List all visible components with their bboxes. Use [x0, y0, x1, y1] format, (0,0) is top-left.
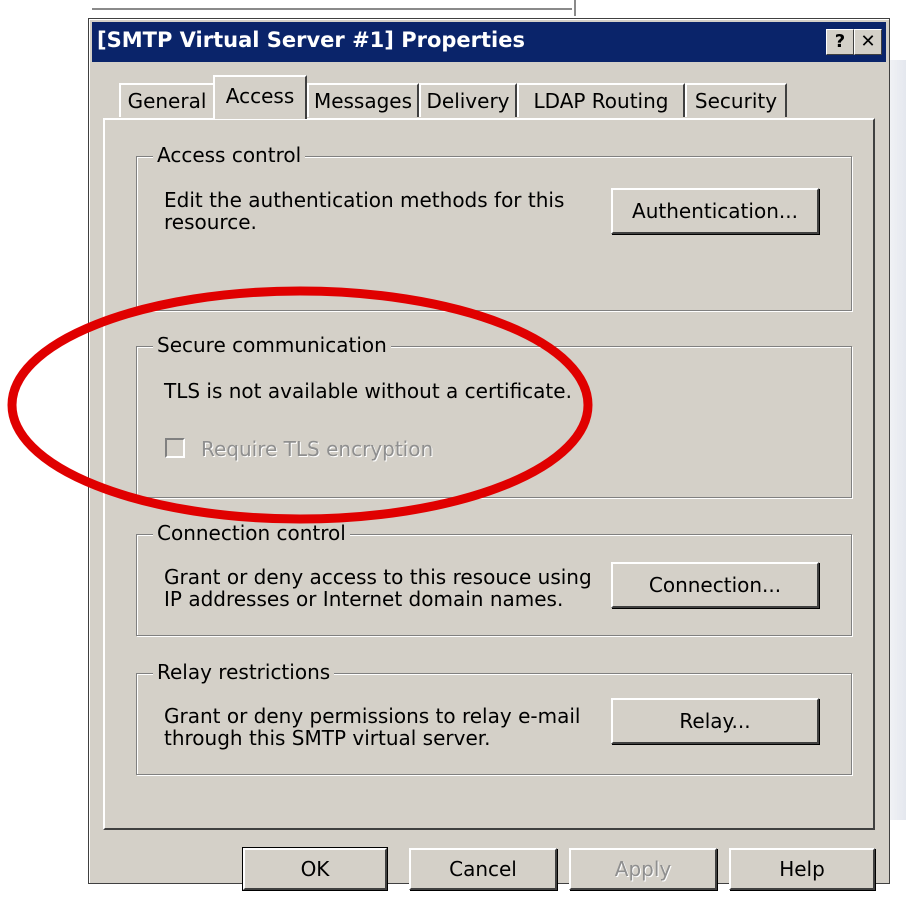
tab-ldap-routing[interactable]: LDAP Routing [517, 83, 685, 117]
help-button[interactable]: Help [729, 848, 875, 890]
close-icon[interactable]: ✕ [854, 29, 882, 55]
relay-restrictions-line1: Grant or deny permissions to relay e-mai… [164, 704, 581, 728]
require-tls-label: Require TLS encryption [201, 437, 434, 461]
secure-communication-title: Secure communication [153, 333, 391, 357]
tab-general[interactable]: General [119, 83, 215, 117]
authentication-button[interactable]: Authentication... [611, 188, 819, 234]
relay-restrictions-title: Relay restrictions [153, 660, 335, 684]
help-icon[interactable]: ? [826, 29, 854, 55]
background-window-border [92, 8, 572, 10]
relay-restrictions-group: Relay restrictions Grant or deny permiss… [136, 660, 852, 775]
access-control-group: Access control Edit the authentication m… [136, 143, 852, 311]
secure-communication-group: Secure communication TLS is not availabl… [136, 333, 852, 498]
ok-button[interactable]: OK [242, 847, 388, 891]
background-window-edge [888, 60, 906, 820]
access-tab-panel: Access control Edit the authentication m… [103, 118, 875, 830]
tab-access[interactable]: Access [213, 75, 307, 119]
tls-status-text: TLS is not available without a certifica… [164, 379, 572, 403]
background-window-divider [574, 0, 576, 16]
relay-restrictions-line2: through this SMTP virtual server. [164, 726, 491, 750]
connection-control-line1: Grant or deny access to this resouce usi… [164, 565, 592, 589]
access-control-line1: Edit the authentication methods for this [164, 188, 565, 212]
access-control-title: Access control [153, 143, 306, 167]
tab-security[interactable]: Security [685, 83, 787, 117]
require-tls-checkbox[interactable] [165, 438, 185, 458]
apply-button[interactable]: Apply [569, 848, 717, 890]
tab-delivery[interactable]: Delivery [419, 83, 517, 117]
properties-dialog: [SMTP Virtual Server #1] Properties ? ✕ … [88, 18, 890, 891]
cancel-button[interactable]: Cancel [409, 848, 557, 890]
relay-button[interactable]: Relay... [611, 698, 819, 744]
connection-control-title: Connection control [153, 521, 350, 545]
tab-messages[interactable]: Messages [307, 83, 419, 117]
title-bar[interactable]: [SMTP Virtual Server #1] Properties ? ✕ [92, 22, 886, 62]
dialog-title: [SMTP Virtual Server #1] Properties [97, 28, 525, 52]
connection-control-line2: IP addresses or Internet domain names. [164, 587, 564, 611]
access-control-line2: resource. [164, 210, 257, 234]
connection-button[interactable]: Connection... [611, 562, 819, 608]
connection-control-group: Connection control Grant or deny access … [136, 521, 852, 636]
